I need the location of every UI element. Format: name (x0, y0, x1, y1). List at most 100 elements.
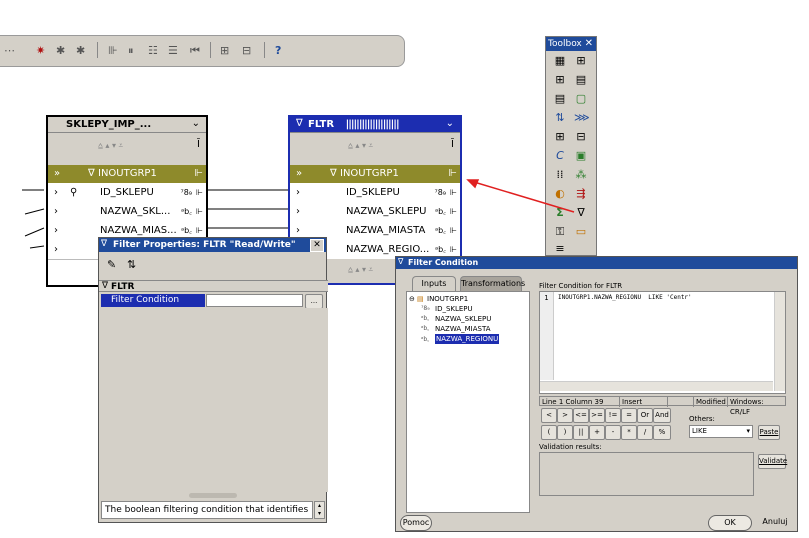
dialog-title: Filter Condition (396, 257, 797, 269)
tree-item[interactable]: NAZWA_SKLEPU (435, 314, 491, 324)
help-button[interactable]: Pomoc (400, 515, 432, 531)
annotation-arrowhead (466, 179, 480, 189)
minimize-icon[interactable]: ⌄ (446, 118, 454, 129)
inputs-tree: ⊖ ▤ INOUTGRP1 ⁷8₉ ID_SKLEPU ᵃb꜀ NAZWA_SK… (406, 291, 530, 513)
ellipsis-button[interactable]: ... (305, 294, 323, 309)
status-blank (668, 397, 694, 407)
paste-button[interactable]: Paste (758, 425, 780, 440)
expand-icon: » (296, 168, 303, 179)
group-row[interactable]: » ∇ INOUTGRP1 ⊩ (48, 165, 206, 183)
description-scrollbar[interactable]: ▴ ▾ (314, 501, 325, 519)
row-arrow-icon: › (296, 187, 300, 198)
operator-modulo-button[interactable]: % (653, 425, 671, 440)
operator-multiply-button[interactable]: * (621, 425, 637, 440)
vertical-scrollbar[interactable] (774, 292, 785, 391)
datatype-icon: ⁷8₉ (180, 188, 192, 197)
validation-label: Validation results: (539, 443, 602, 451)
column-label: NAZWA_MIASTA (346, 225, 426, 236)
title-pattern: |||||||||||||||||||| (345, 119, 400, 130)
group-collapse-icon[interactable]: ∇ (88, 165, 95, 183)
splitter-handle[interactable] (189, 493, 237, 498)
operator-concat-button[interactable]: || (573, 425, 589, 440)
operator-rparen-button[interactable]: ) (557, 425, 573, 440)
operator-and-button[interactable]: And (653, 408, 671, 423)
port-icon: ⊩ (194, 168, 203, 179)
tab-inputs[interactable]: Inputs (412, 276, 456, 291)
port-icon: ⊩ (450, 207, 457, 216)
others-select[interactable]: LIKE ▾ (689, 425, 753, 438)
cancel-button[interactable]: Anuluj (756, 515, 794, 529)
tree-root[interactable]: INOUTGRP1 (427, 294, 468, 304)
operator-minus-button[interactable]: - (605, 425, 621, 440)
operator-ne-button[interactable]: != (605, 408, 621, 423)
filter-icon: ∇ (398, 257, 404, 266)
sort-arrows-icon[interactable]: ⩠ ▴ ▾ ⩡ (98, 141, 123, 151)
operator-lparen-button[interactable]: ( (541, 425, 557, 440)
modified-status: Modified (694, 397, 728, 407)
section-header[interactable]: ∇ FLTR (99, 280, 328, 292)
insert-mode: Insert (620, 397, 668, 407)
pin-icon[interactable]: Ī (197, 139, 200, 150)
incoming-link (24, 208, 45, 215)
filter-icon: ∇ (101, 239, 108, 249)
column-label: NAZWA_SKLEPU (346, 206, 427, 217)
table-row[interactable]: › NAZWA_SKL... ᵃb꜀ ⊩ (48, 202, 206, 222)
collapse-icon[interactable]: ∇ (102, 281, 108, 291)
filter-properties-window: Filter Properties: FLTR "Read/Write" ∇ ✕… (98, 237, 328, 523)
tree-item[interactable]: NAZWA_MIASTA (435, 324, 491, 334)
tree-collapse-icon[interactable]: ⊖ (409, 294, 415, 304)
operator-eq-button[interactable]: = (621, 408, 637, 423)
object-scroll-area: ⩠ ▴ ▾ ⩡ Ī (48, 133, 206, 166)
window-title: Filter Properties: FLTR "Read/Write" (99, 238, 326, 252)
annotation-arrow (473, 181, 575, 213)
validate-button[interactable]: Validate (758, 454, 787, 469)
sort-icon[interactable]: ⇅ (127, 258, 136, 271)
table-row[interactable]: › ⚲ ID_SKLEPU ⁷8₉ ⊩ (48, 183, 206, 203)
sort-arrows-icon[interactable]: ⩠ ▴ ▾ ⩡ (348, 141, 373, 151)
section-label: FLTR (111, 282, 135, 292)
tree-item[interactable]: ID_SKLEPU (435, 304, 473, 314)
datatype-icon: ᵃb꜀ (435, 207, 446, 216)
table-row[interactable]: › NAZWA_SKLEPU ᵃb꜀ ⊩ (290, 202, 460, 222)
datatype-icon: ᵃb꜀ (181, 207, 192, 216)
number-type-icon: ⁷8₉ (421, 305, 430, 312)
sort-arrows-icon[interactable]: ⩠ ▴ ▾ ⩡ (348, 265, 373, 275)
string-type-icon: ᵃb꜀ (421, 336, 430, 343)
row-arrow-icon: › (54, 187, 58, 198)
operator-lt-button[interactable]: < (541, 408, 557, 423)
object-scroll-area: ⩠ ▴ ▾ ⩡ Ī (290, 133, 460, 166)
ok-button[interactable]: OK (708, 515, 752, 531)
operator-le-button[interactable]: <= (573, 408, 589, 423)
description-box: The boolean filtering condition that ide… (101, 501, 313, 519)
port-icon: ⊩ (448, 168, 457, 179)
expand-icon: » (54, 168, 61, 179)
chevron-down-icon[interactable]: ▾ (746, 426, 750, 437)
operator-plus-button[interactable]: + (589, 425, 605, 440)
group-collapse-icon[interactable]: ∇ (330, 165, 337, 183)
row-arrow-icon: › (54, 206, 58, 217)
property-label[interactable]: Filter Condition (101, 294, 205, 307)
port-icon: ⊩ (196, 207, 203, 216)
string-type-icon: ᵃb꜀ (421, 315, 430, 322)
horizontal-scrollbar[interactable] (540, 381, 773, 391)
row-arrow-icon: › (296, 206, 300, 217)
column-label: ID_SKLEPU (100, 187, 154, 198)
pin-icon[interactable]: ✎ (107, 258, 116, 271)
operator-gt-button[interactable]: > (557, 408, 573, 423)
filter-condition-field[interactable] (206, 294, 303, 307)
minimize-icon[interactable]: ⌄ (192, 118, 200, 129)
operator-ge-button[interactable]: >= (589, 408, 605, 423)
object-title: SKLEPY_IMP_... (48, 117, 206, 133)
group-icon: ▤ (417, 295, 424, 303)
tab-transformations[interactable]: Transformations (460, 276, 525, 291)
operator-divide-button[interactable]: / (637, 425, 653, 440)
port-icon: ⊩ (450, 188, 457, 197)
table-row[interactable]: › ID_SKLEPU ⁷8₉ ⊩ (290, 183, 460, 203)
condition-editor[interactable]: 1 INOUTGRP1.NAZWA_REGIONU LIKE 'Centr' (539, 291, 786, 394)
operator-or-button[interactable]: Or (637, 408, 653, 423)
tree-item-selected[interactable]: NAZWA_REGIONU (435, 334, 500, 344)
group-row[interactable]: » ∇ INOUTGRP1 ⊩ (290, 165, 460, 183)
condition-code[interactable]: INOUTGRP1.NAZWA_REGIONU LIKE 'Centr' (558, 294, 692, 301)
pin-icon[interactable]: Ī (451, 139, 454, 150)
close-icon[interactable]: ✕ (310, 239, 324, 252)
